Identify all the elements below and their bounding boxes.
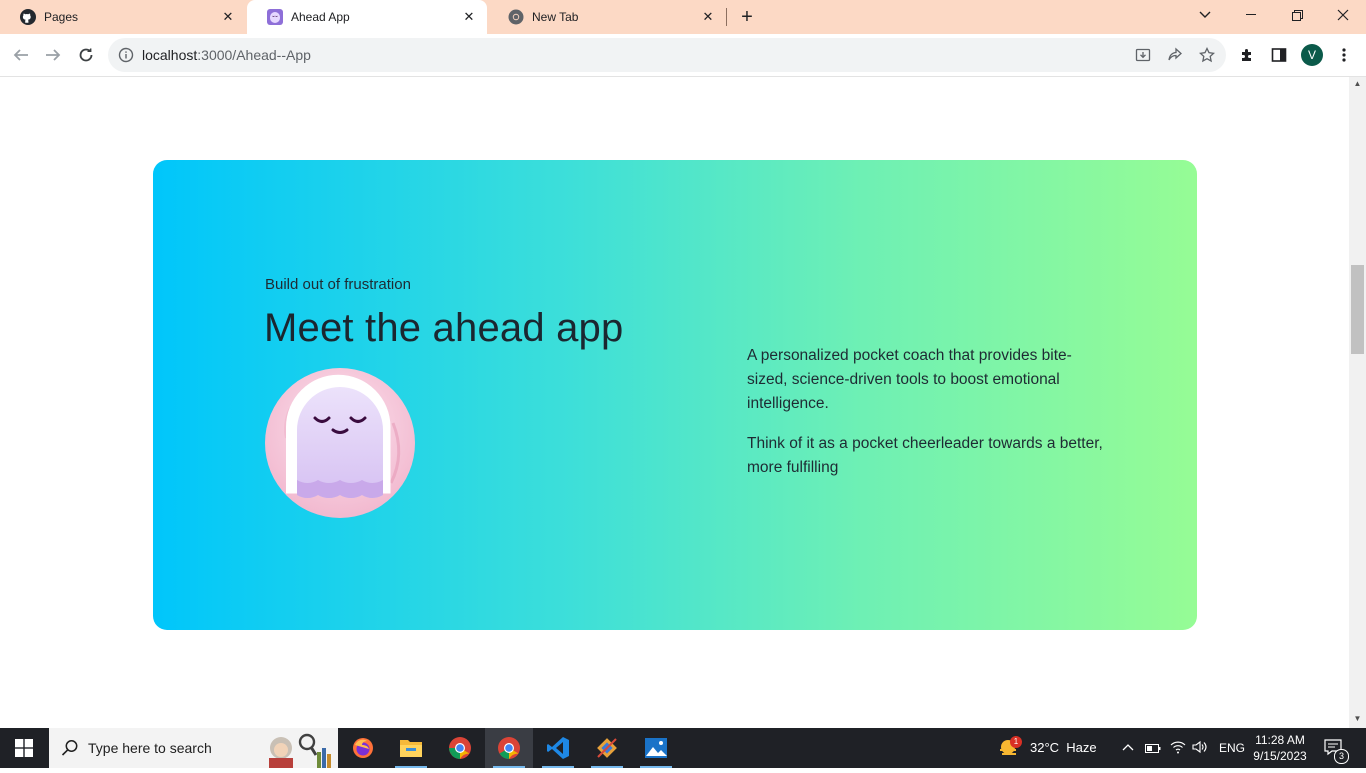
chrome-taskbar-icon[interactable] (436, 728, 484, 768)
show-hidden-icons-chevron-icon[interactable] (1122, 740, 1134, 758)
chrome-icon (508, 9, 524, 25)
browser-toolbar: localhost:3000/Ahead--App V (0, 34, 1366, 77)
address-bar[interactable]: localhost:3000/Ahead--App (108, 38, 1226, 72)
tab-new-tab[interactable]: New Tab ✕ (488, 0, 726, 34)
language-indicator[interactable]: ENG (1219, 741, 1245, 755)
vscode-icon[interactable] (534, 728, 582, 768)
weather-text[interactable]: 32°C Haze (1030, 740, 1097, 755)
wifi-icon[interactable] (1170, 740, 1186, 759)
firefox-icon[interactable] (339, 728, 387, 768)
hero-eyebrow: Build out of frustration (265, 276, 411, 293)
search-placeholder: Type here to search (88, 740, 212, 756)
install-app-icon[interactable] (1134, 46, 1152, 64)
system-clock[interactable]: 11:28 AM 9/15/2023 (1247, 732, 1313, 764)
scroll-up-arrow-icon[interactable]: ▲ (1349, 79, 1366, 91)
ghost-mascot-image (265, 368, 415, 518)
new-tab-button[interactable]: + (737, 7, 757, 27)
search-highlight-illustration-icon (263, 730, 335, 773)
hero-paragraph-2: Think of it as a pocket cheerleader towa… (747, 435, 1103, 476)
profile-avatar[interactable]: V (1301, 44, 1323, 66)
back-button[interactable] (9, 43, 33, 67)
minimize-icon[interactable] (1228, 0, 1274, 30)
menu-kebab-icon[interactable] (1334, 45, 1354, 65)
windows-taskbar: Type here to search 1 32°C Haze ENG 11:2… (0, 728, 1366, 768)
tab-pages[interactable]: Pages ✕ (0, 0, 246, 34)
search-icon (61, 739, 79, 762)
scroll-down-arrow-icon[interactable]: ▼ (1349, 714, 1366, 726)
forward-button[interactable] (41, 43, 65, 67)
url-path: :3000/Ahead--App (197, 47, 311, 63)
url-host: localhost (142, 47, 198, 63)
tab-title: Pages (44, 10, 79, 24)
volume-icon[interactable] (1192, 740, 1208, 759)
hero-description: A personalized pocket coach that provide… (747, 344, 1107, 496)
tab-title: Ahead App (291, 10, 350, 24)
clock-time: 11:28 AM (1255, 733, 1305, 747)
close-tab-icon[interactable]: ✕ (700, 9, 716, 25)
close-tab-icon[interactable]: ✕ (220, 9, 236, 25)
hero-card: Build out of frustration Meet the ahead … (153, 160, 1197, 630)
close-window-icon[interactable] (1320, 0, 1366, 30)
tab-ahead-app[interactable]: Ahead App ✕ (247, 0, 487, 34)
bookmark-star-icon[interactable] (1198, 46, 1216, 64)
tab-strip: Pages ✕ Ahead App ✕ New Tab ✕ + (0, 0, 1366, 34)
extensions-puzzle-icon[interactable] (1237, 45, 1257, 65)
weather-alert-badge: 1 (1010, 736, 1022, 748)
tab-search-icon[interactable] (1182, 0, 1228, 30)
reload-button[interactable] (74, 43, 98, 67)
windows-start-icon[interactable] (0, 728, 48, 768)
scroll-thumb[interactable] (1351, 265, 1364, 354)
ahead-favicon (267, 9, 283, 25)
share-icon[interactable] (1166, 46, 1184, 64)
side-panel-icon[interactable] (1269, 45, 1289, 65)
hero-paragraph-1: A personalized pocket coach that provide… (747, 347, 1072, 412)
github-icon (20, 9, 36, 25)
battery-icon[interactable] (1145, 741, 1161, 759)
restore-icon[interactable] (1274, 0, 1320, 30)
page-viewport: Build out of frustration Meet the ahead … (0, 77, 1349, 728)
vertical-scrollbar[interactable]: ▲ ▼ (1349, 77, 1366, 728)
photos-icon[interactable] (632, 728, 680, 768)
notification-count-badge: 3 (1334, 749, 1349, 764)
taskbar-search-box[interactable]: Type here to search (49, 728, 338, 768)
close-tab-icon[interactable]: ✕ (461, 9, 477, 25)
clock-date: 9/15/2023 (1253, 749, 1307, 763)
hero-title: Meet the ahead app (264, 306, 624, 350)
tab-separator (726, 8, 727, 26)
tab-title: New Tab (532, 10, 579, 24)
url-text: localhost:3000/Ahead--App (142, 47, 311, 63)
file-explorer-icon[interactable] (387, 728, 435, 768)
chrome-active-taskbar-icon[interactable] (485, 728, 533, 768)
git-tool-icon[interactable] (583, 728, 631, 768)
site-info-icon[interactable] (118, 47, 134, 63)
